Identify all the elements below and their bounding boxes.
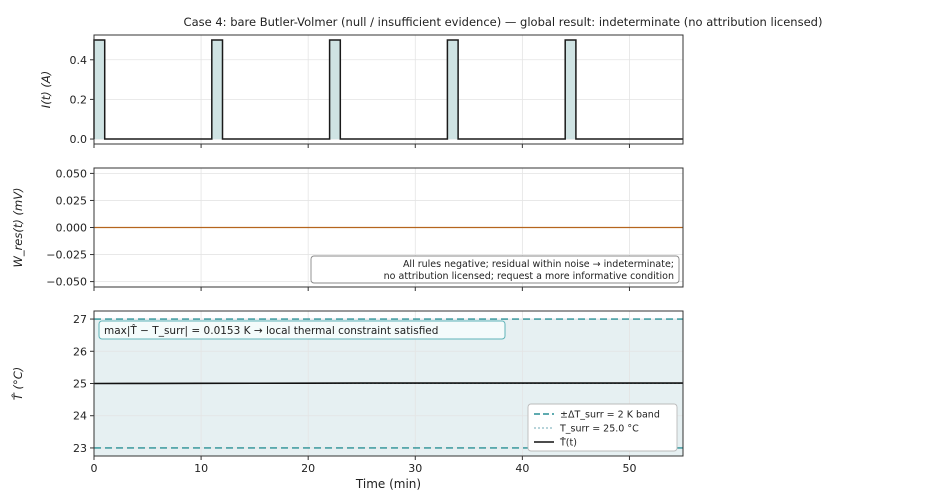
y-axis-label: W_res(t) (mV) <box>11 187 25 267</box>
y-tick-label: 27 <box>73 313 87 326</box>
panel-1: 0.0 0.2 0.4 I(t) (A) <box>39 34 684 148</box>
current-pulse-fill <box>565 39 576 140</box>
y-axis-label: I(t) (A) <box>39 71 53 108</box>
current-pulse-fill <box>211 39 223 140</box>
x-tick-label: 30 <box>408 462 422 475</box>
legend-entry: T̂(t) <box>559 437 577 449</box>
x-tick-label: 20 <box>301 462 315 475</box>
x-tick-label: 10 <box>194 462 208 475</box>
figure: Case 4: bare Butler-Volmer (null / insuf… <box>11 15 823 491</box>
y-tick-label: 25 <box>73 378 87 391</box>
legend-entry: ±ΔT_surr = 2 K band <box>560 410 660 421</box>
current-pulse-fill <box>329 39 341 140</box>
x-axis-label: Time (min) <box>355 477 421 491</box>
y-tick-label: 0.0 <box>70 133 88 146</box>
panels: 0.0 0.2 0.4 I(t) (A) 0.050 0.025 0.000 −0.025 −0… <box>11 34 684 491</box>
current-series-line <box>93 39 683 140</box>
y-tick-label: −0.025 <box>46 249 87 262</box>
x-tick-label: 0 <box>91 462 98 475</box>
y-tick-label: 0.025 <box>56 194 88 207</box>
x-tick-label: 40 <box>515 462 529 475</box>
panel-2: 0.050 0.025 0.000 −0.025 −0.050 W_res(t) (mV)… <box>11 167 684 291</box>
annotation-text: All rules negative; residual within nois… <box>403 259 674 270</box>
y-tick-label: 26 <box>73 345 87 358</box>
y-tick-label: 0.4 <box>70 54 88 67</box>
current-pulse-fill <box>447 39 459 140</box>
legend-entry: T_surr = 25.0 °C <box>559 424 639 435</box>
current-pulse-fill <box>94 39 105 140</box>
x-tick-label: 50 <box>622 462 636 475</box>
y-tick-label: 24 <box>73 410 87 423</box>
y-tick-label: 0.2 <box>70 93 88 106</box>
y-tick-label: 0.050 <box>56 167 88 180</box>
y-axis-label: T̂ (°C) <box>11 367 25 400</box>
panel-3: 23 24 25 26 27 0 10 20 30 40 50 Time (min) T̂ (°C) ma… <box>11 310 684 491</box>
annotation-text: no attribution licensed; request a more … <box>384 271 674 282</box>
y-tick-label: −0.050 <box>46 276 87 289</box>
figure-title: Case 4: bare Butler-Volmer (null / insuf… <box>184 15 823 29</box>
axes-frame <box>93 34 684 145</box>
y-tick-label: 23 <box>73 442 87 455</box>
annotation-text: max|T̂ − T_surr| = 0.0153 K → local ther… <box>104 324 438 337</box>
y-tick-label: 0.000 <box>56 222 88 235</box>
